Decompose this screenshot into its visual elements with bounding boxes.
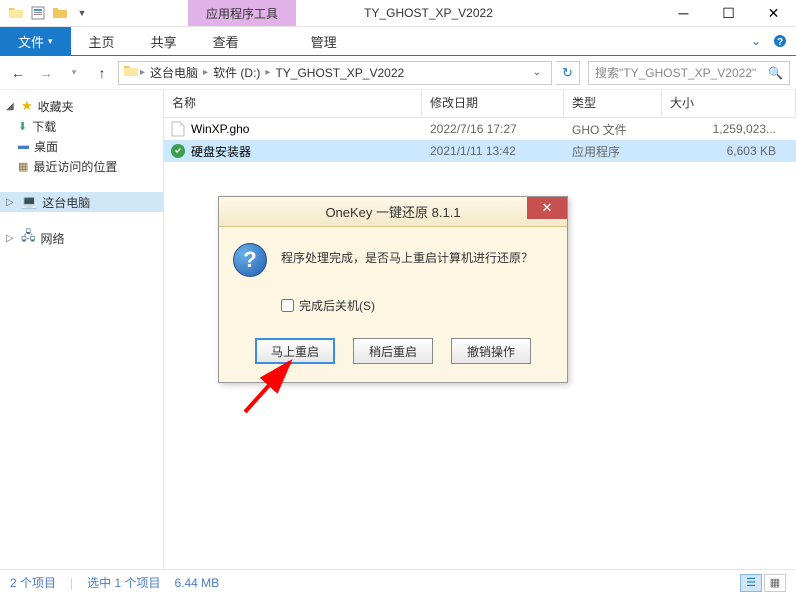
network-icon: 🖧	[21, 227, 36, 249]
breadcrumb-item[interactable]: 这台电脑	[146, 64, 202, 81]
breadcrumb-sep[interactable]: ▸	[202, 67, 209, 78]
column-size[interactable]: 大小	[662, 90, 796, 117]
breadcrumb-sep[interactable]: ▸	[264, 67, 271, 78]
search-box[interactable]: 搜索"TY_GHOST_XP_V2022" 🔍	[588, 61, 790, 85]
breadcrumb-dropdown[interactable]: ⌄	[527, 67, 547, 78]
svg-text:?: ?	[777, 37, 783, 48]
checkbox-input[interactable]	[281, 299, 294, 312]
window-title: TY_GHOST_XP_V2022	[296, 0, 661, 26]
expand-icon[interactable]: ▷	[6, 233, 16, 244]
sidebar-recent[interactable]: ▦ 最近访问的位置	[0, 156, 163, 176]
icons-view-button[interactable]: ▦	[764, 574, 786, 592]
tab-manage[interactable]: 管理	[293, 27, 355, 55]
up-button[interactable]: ↑	[90, 61, 114, 85]
file-name: WinXP.gho	[191, 122, 249, 136]
restart-now-button[interactable]: 马上重启	[255, 338, 335, 364]
file-row[interactable]: 硬盘安装器 2021/1/11 13:42 应用程序 6,603 KB	[164, 140, 796, 162]
sidebar-label: 网络	[41, 230, 65, 247]
qat-dropdown-icon[interactable]: ▼	[72, 3, 92, 23]
forward-button[interactable]: →	[34, 61, 58, 85]
expand-icon[interactable]: ▷	[6, 197, 16, 208]
tab-home[interactable]: 主页	[71, 27, 133, 55]
nav-bar: ← → ▾ ↑ ▸ 这台电脑 ▸ 软件 (D:) ▸ TY_GHOST_XP_V…	[0, 56, 796, 90]
file-size: 1,259,023...	[662, 122, 796, 136]
quick-access-toolbar: ▼	[0, 0, 98, 26]
file-name: 硬盘安装器	[191, 143, 251, 160]
expand-ribbon-icon[interactable]: ⌄	[746, 31, 766, 51]
sidebar-desktop[interactable]: ▬ 桌面	[0, 136, 163, 156]
sidebar-label: 桌面	[34, 138, 58, 155]
file-type: 应用程序	[564, 143, 662, 160]
dialog-body: ? 程序处理完成，是否马上重启计算机进行还原？ 完成后关机(S) 马上重启 稍后…	[219, 227, 567, 382]
shutdown-checkbox[interactable]: 完成后关机(S)	[281, 297, 553, 314]
column-date[interactable]: 修改日期	[422, 90, 564, 117]
file-size: 6,603 KB	[662, 144, 796, 158]
sidebar-downloads[interactable]: ⬇ 下载	[0, 116, 163, 136]
sidebar-label: 收藏夹	[38, 98, 74, 115]
new-folder-icon[interactable]	[50, 3, 70, 23]
minimize-button[interactable]: ─	[661, 0, 706, 26]
dialog-message: 程序处理完成，是否马上重启计算机进行还原？	[281, 243, 533, 266]
refresh-button[interactable]: ↻	[556, 61, 580, 85]
back-button[interactable]: ←	[6, 61, 30, 85]
star-icon: ★	[21, 98, 33, 114]
onekey-dialog: OneKey 一键还原 8.1.1 ✕ ? 程序处理完成，是否马上重启计算机进行…	[218, 196, 568, 383]
breadcrumb[interactable]: ▸ 这台电脑 ▸ 软件 (D:) ▸ TY_GHOST_XP_V2022 ⌄	[118, 61, 552, 85]
help-icon[interactable]: ?	[770, 31, 790, 51]
file-row[interactable]: WinXP.gho 2022/7/16 17:27 GHO 文件 1,259,0…	[164, 118, 796, 140]
sidebar-label: 这台电脑	[42, 194, 90, 211]
dialog-buttons: 马上重启 稍后重启 撤销操作	[233, 338, 553, 364]
details-view-button[interactable]: ☰	[740, 574, 762, 592]
status-bar: 2 个项目 | 选中 1 个项目 6.44 MB ☰ ▦	[0, 569, 796, 595]
sidebar-thispc[interactable]: ▷ 💻 这台电脑	[0, 192, 163, 212]
dialog-title: OneKey 一键还原 8.1.1	[325, 202, 460, 221]
file-icon	[170, 121, 186, 137]
column-headers: 名称 修改日期 类型 大小	[164, 90, 796, 118]
breadcrumb-item[interactable]: TY_GHOST_XP_V2022	[271, 66, 408, 80]
cancel-button[interactable]: 撤销操作	[451, 338, 531, 364]
maximize-button[interactable]: ☐	[706, 0, 751, 26]
properties-icon[interactable]	[28, 3, 48, 23]
dialog-close-button[interactable]: ✕	[527, 197, 567, 219]
sidebar-network[interactable]: ▷ 🖧 网络	[0, 228, 163, 248]
status-selected-count: 选中 1 个项目	[87, 574, 160, 591]
tab-view[interactable]: 查看	[195, 27, 257, 55]
sidebar-label: 最近访问的位置	[33, 158, 117, 175]
computer-icon: 💻	[21, 194, 37, 210]
file-type: GHO 文件	[564, 121, 662, 138]
restart-later-button[interactable]: 稍后重启	[353, 338, 433, 364]
collapse-icon[interactable]: ◢	[6, 101, 16, 112]
status-size: 6.44 MB	[174, 576, 219, 590]
ribbon-tabs: 文件▾ 主页 共享 查看 管理 ⌄ ?	[0, 27, 796, 55]
status-item-count: 2 个项目	[10, 574, 56, 591]
question-icon: ?	[233, 243, 267, 277]
sidebar-label: 下载	[32, 118, 56, 135]
recent-icon: ▦	[18, 160, 28, 173]
file-date: 2022/7/16 17:27	[422, 122, 564, 136]
column-type[interactable]: 类型	[564, 90, 662, 117]
folder-icon	[123, 64, 139, 81]
sidebar-favorites[interactable]: ◢ ★ 收藏夹	[0, 96, 163, 116]
context-tab-apps: 应用程序工具	[188, 0, 296, 26]
folder-icon	[6, 3, 26, 23]
navigation-pane: ◢ ★ 收藏夹 ⬇ 下载 ▬ 桌面 ▦ 最近访问的位置 ▷ 💻 这台电脑	[0, 90, 164, 570]
tab-share[interactable]: 共享	[133, 27, 195, 55]
window-controls: ─ ☐ ✕	[661, 0, 796, 26]
breadcrumb-sep[interactable]: ▸	[139, 67, 146, 78]
checkbox-label: 完成后关机(S)	[299, 297, 375, 314]
app-icon	[170, 143, 186, 159]
close-button[interactable]: ✕	[751, 0, 796, 26]
breadcrumb-item[interactable]: 软件 (D:)	[209, 64, 264, 81]
search-icon[interactable]: 🔍	[768, 66, 783, 80]
history-dropdown[interactable]: ▾	[62, 61, 86, 85]
column-name[interactable]: 名称	[164, 90, 422, 117]
search-placeholder: 搜索"TY_GHOST_XP_V2022"	[595, 64, 756, 81]
file-list: WinXP.gho 2022/7/16 17:27 GHO 文件 1,259,0…	[164, 118, 796, 162]
file-tab[interactable]: 文件▾	[0, 27, 71, 55]
desktop-icon: ▬	[18, 140, 29, 152]
title-bar: ▼ 应用程序工具 TY_GHOST_XP_V2022 ─ ☐ ✕	[0, 0, 796, 27]
dialog-title-bar[interactable]: OneKey 一键还原 8.1.1 ✕	[219, 197, 567, 227]
download-icon: ⬇	[18, 120, 27, 133]
file-date: 2021/1/11 13:42	[422, 144, 564, 158]
